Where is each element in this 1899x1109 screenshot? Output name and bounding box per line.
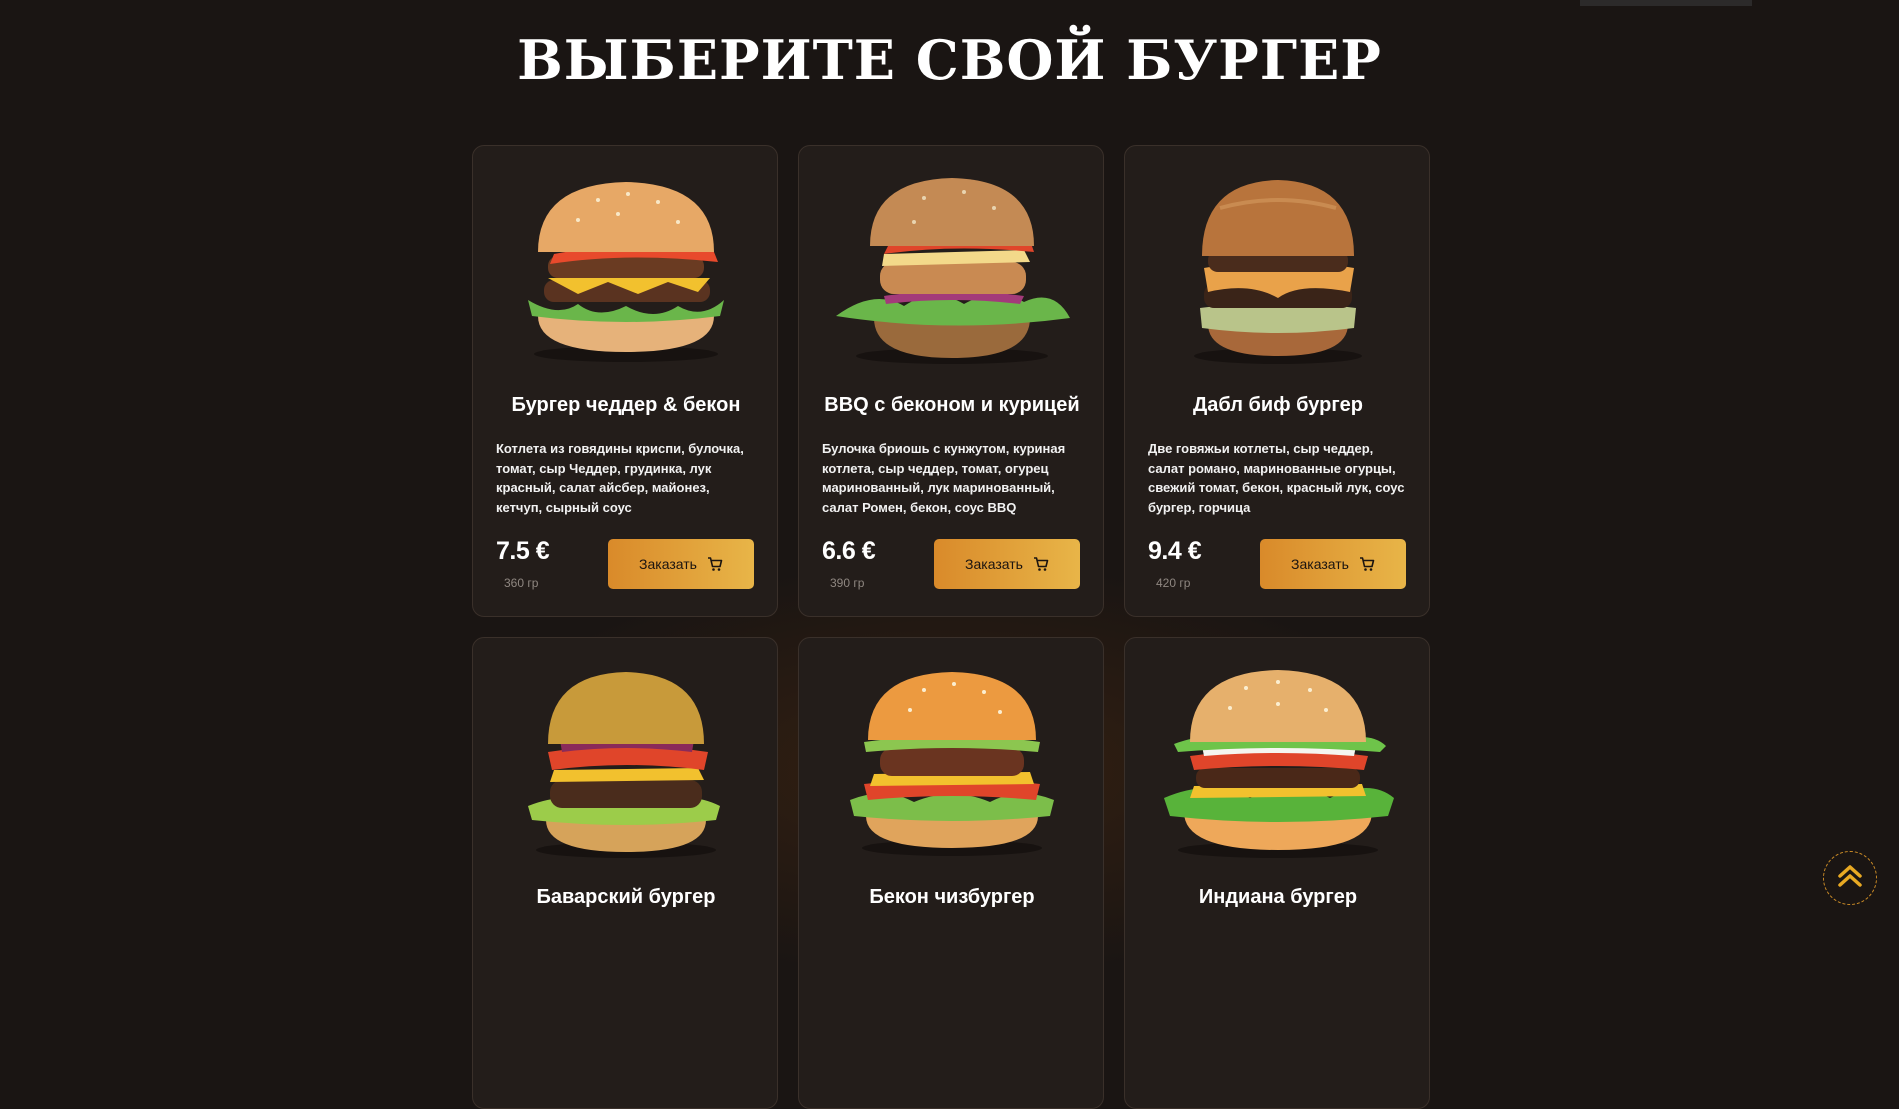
burger-card: Бургер чеддер & бекон Котлета из говядин…	[472, 145, 778, 617]
order-button-label: Заказать	[639, 556, 697, 572]
burger-title: Баварский бургер	[536, 886, 716, 908]
burger-description: Котлета из говядины криспи, булочка, том…	[496, 441, 744, 515]
order-button[interactable]: Заказать	[934, 539, 1080, 589]
burger-title: Дабл биф бургер	[1192, 394, 1364, 416]
burger-image	[498, 660, 754, 860]
burger-image	[824, 168, 1080, 368]
burger-image	[498, 168, 754, 368]
burger-card: Индиана бургер	[1124, 637, 1430, 1109]
burger-description: Две говяжьи котлеты, сыр чеддер, салат р…	[1148, 441, 1405, 515]
order-button-label: Заказать	[1291, 556, 1349, 572]
section-title: ВЫБЕРИТЕ СВОЙ БУРГЕР	[517, 28, 1382, 92]
burger-card: Бекон чизбургер	[798, 637, 1104, 1109]
cart-icon	[707, 556, 723, 572]
order-button-label: Заказать	[965, 556, 1023, 572]
burger-card: Дабл биф бургер Две говяжьи котлеты, сыр…	[1124, 145, 1430, 617]
burger-weight: 420 гр	[1156, 576, 1191, 590]
burger-weight: 360 гр	[504, 576, 539, 590]
scroll-to-top-button[interactable]	[1823, 851, 1877, 905]
burger-description: Булочка бриошь с кунжутом, куриная котле…	[822, 441, 1066, 515]
burger-card: Баварский бургер	[472, 637, 778, 1109]
burger-title: Бекон чизбургер	[869, 886, 1035, 908]
burger-title: Бургер чеддер & бекон	[511, 394, 741, 416]
burger-image	[1150, 168, 1406, 368]
cart-icon	[1359, 556, 1375, 572]
burger-price: 7.5 €	[496, 537, 550, 565]
header-strip	[1580, 0, 1752, 6]
burger-image	[1150, 660, 1406, 860]
burger-title: Индиана бургер	[1198, 886, 1358, 908]
burger-card: BBQ с беконом и курицей Булочка бриошь с…	[798, 145, 1104, 617]
cart-icon	[1033, 556, 1049, 572]
burger-price: 9.4 €	[1148, 537, 1202, 565]
burger-weight: 390 гр	[830, 576, 865, 590]
order-button[interactable]: Заказать	[608, 539, 754, 589]
order-button[interactable]: Заказать	[1260, 539, 1406, 589]
burger-image	[824, 660, 1080, 860]
double-chevron-up-icon	[1835, 861, 1865, 896]
burger-title: BBQ с беконом и курицей	[824, 394, 1080, 416]
burger-price: 6.6 €	[822, 537, 876, 565]
burger-grid: Бургер чеддер & бекон Котлета из говядин…	[472, 145, 1432, 1109]
